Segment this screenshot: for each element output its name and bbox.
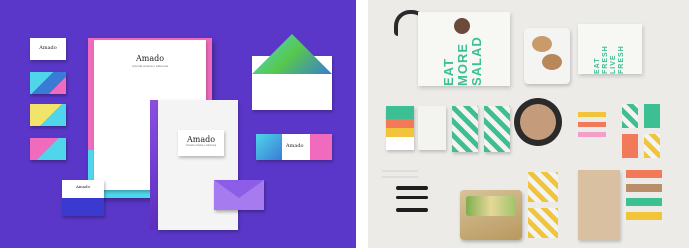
- folder-tagline: Comida criativa e saborosa: [185, 144, 217, 147]
- envelope-purple-flap: [214, 180, 264, 198]
- hang-tag-4: [644, 134, 660, 158]
- envelope-wide-stripe: [256, 134, 282, 160]
- folder-label: Amado Comida criativa e saborosa: [178, 130, 224, 156]
- folder: Amado Comida criativa e saborosa: [158, 100, 238, 230]
- bag-slogan: EAT MORE SALAD: [441, 26, 484, 86]
- bowl-lid: [520, 104, 556, 140]
- menu-card-1: [386, 106, 414, 150]
- fork: [396, 186, 428, 190]
- menu-card-3: [452, 106, 478, 152]
- hang-tag-1: [622, 104, 638, 128]
- knife: [396, 196, 428, 199]
- sticker-strip-2: [578, 122, 606, 127]
- envelope-wide-corner: [310, 134, 332, 160]
- fresh-bag-slogan: EAT FRESH LIVE FRESH: [594, 30, 626, 74]
- business-card-brand: Amado: [39, 45, 57, 51]
- packaging-photo: EAT MORE SALAD EAT FRESH LIVE FRESH: [368, 0, 689, 248]
- fresh-bag-line2: LIVE FRESH: [610, 45, 625, 74]
- straw-2: [382, 176, 418, 178]
- note-card: Amado: [62, 180, 104, 216]
- business-card-pattern: [30, 72, 66, 94]
- fresh-bag: EAT FRESH LIVE FRESH: [578, 24, 642, 74]
- kraft-box: [578, 170, 620, 240]
- label-4: [626, 212, 662, 220]
- envelope-open: [252, 34, 332, 110]
- cookie-2: [542, 54, 562, 70]
- salad-bag: EAT MORE SALAD: [418, 12, 510, 86]
- stationery-photo: Amado Amado Comida criativa e saborosa A…: [0, 0, 356, 248]
- bag-slogan-line3: SALAD: [469, 36, 484, 86]
- note-card-brand: Amado: [75, 184, 91, 189]
- bag-slogan-line1: EAT: [441, 57, 456, 86]
- folder-brand: Amado: [186, 135, 216, 144]
- fries-carton-1: [528, 172, 558, 202]
- cookie-container: [524, 28, 570, 84]
- menu-card-4: [484, 106, 510, 152]
- letterhead-brand: Amado: [135, 54, 165, 63]
- hang-tag-3: [622, 134, 638, 158]
- fries-carton-2: [528, 208, 558, 238]
- letterhead-tagline: Comida criativa e saborosa: [131, 64, 169, 68]
- menu-card-2: [418, 106, 446, 150]
- fresh-bag-line1: EAT FRESH: [594, 45, 609, 74]
- label-2: [626, 184, 662, 192]
- business-card-yellow: [30, 104, 66, 126]
- hang-tag-2: [644, 104, 660, 128]
- sticker-strip-3: [578, 132, 606, 137]
- label-1: [626, 170, 662, 178]
- sticker-strip-1: [578, 112, 606, 117]
- straw-1: [382, 170, 418, 172]
- envelope-purple: [214, 180, 264, 210]
- spoon: [396, 208, 428, 212]
- envelope-wide-brand: Amado: [286, 143, 304, 149]
- envelope-wide: Amado: [256, 134, 332, 160]
- business-card-front: Amado: [30, 38, 66, 60]
- bag-slogan-line2: MORE: [455, 43, 470, 86]
- label-3: [626, 198, 662, 206]
- envelope-flap: [252, 34, 332, 74]
- salad-contents: [466, 196, 516, 216]
- cookie-1: [532, 36, 552, 52]
- business-card-pink: [30, 138, 66, 160]
